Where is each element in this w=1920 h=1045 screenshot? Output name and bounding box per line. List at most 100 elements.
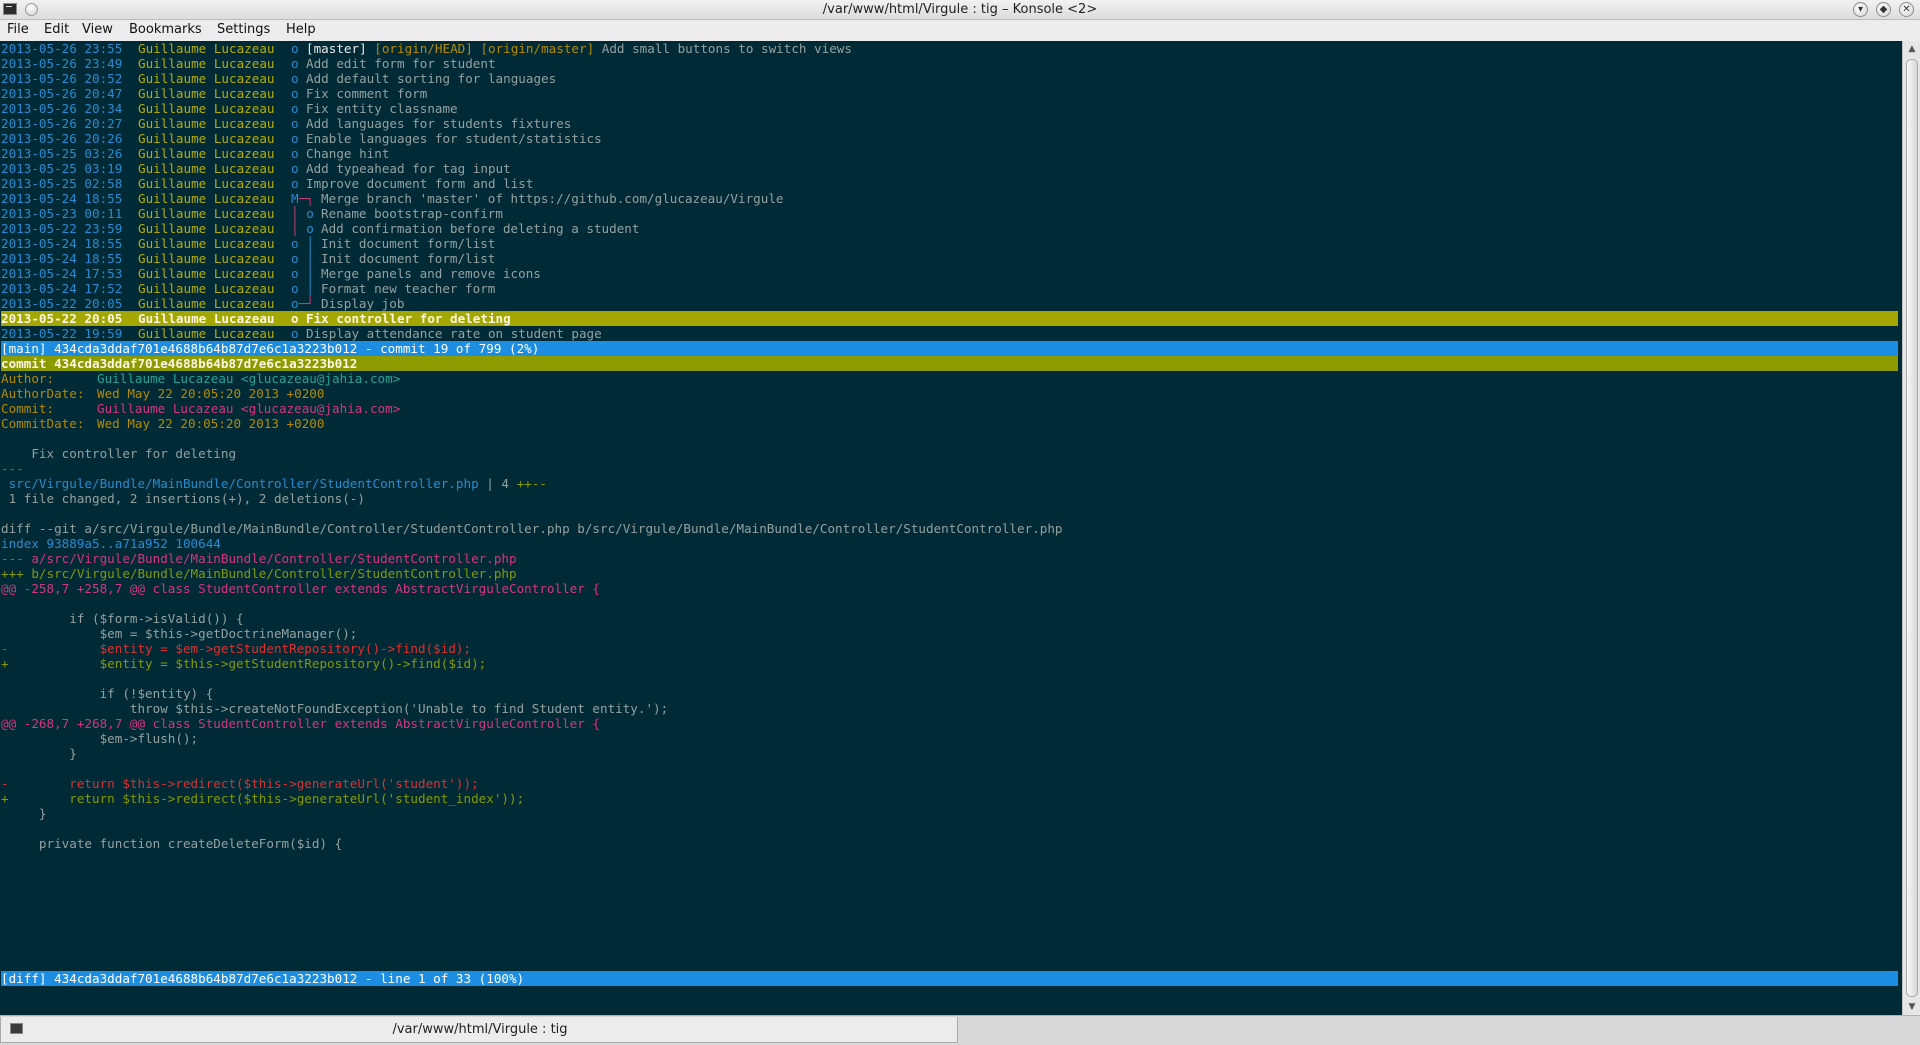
authordate-value: Wed May 22 20:05:20 2013 +0200 bbox=[97, 386, 325, 401]
session-tab[interactable]: /var/www/html/Virgule : tig bbox=[0, 1017, 958, 1043]
menu-edit[interactable]: Edit bbox=[44, 22, 69, 37]
log-author: Guillaume Lucazeau bbox=[138, 71, 275, 86]
log-message: Add small buttons to switch views bbox=[601, 41, 852, 56]
log-author: Guillaume Lucazeau bbox=[138, 311, 275, 326]
scroll-down-icon[interactable]: ▼ bbox=[1903, 999, 1920, 1015]
log-author: Guillaume Lucazeau bbox=[138, 86, 275, 101]
log-row[interactable]: 2013-05-22 23:59 Guillaume Lucazeau │ o Add… bbox=[1, 221, 1898, 236]
log-message-wrap: Merge panels and remove icons bbox=[321, 266, 541, 281]
log-date: 2013-05-25 03:19 bbox=[1, 161, 123, 176]
log-author: Guillaume Lucazeau bbox=[138, 101, 275, 116]
scroll-up-icon[interactable]: ▲ bbox=[1903, 41, 1920, 57]
close-icon[interactable]: ✕ bbox=[1899, 2, 1914, 17]
log-row-selected[interactable]: 2013-05-22 20:05 Guillaume Lucazeau o Fix c… bbox=[1, 311, 1898, 326]
diff-minus-file: --- a/src/Virgule/Bundle/MainBundle/Cont… bbox=[1, 551, 517, 566]
diff-authordate-line: AuthorDate: Wed May 22 20:05:20 2013 +020… bbox=[1, 386, 1898, 401]
diff-added-line: + return $this->redirect($this->generate… bbox=[1, 791, 525, 806]
menu-help[interactable]: Help bbox=[286, 22, 316, 37]
log-date: 2013-05-26 23:55 bbox=[1, 41, 123, 56]
window-titlebar[interactable]: /var/www/html/Virgule : tig – Konsole <2… bbox=[0, 0, 1920, 20]
log-message: Add typeahead for tag input bbox=[306, 161, 511, 176]
diffstat-line: src/Virgule/Bundle/MainBundle/Controller… bbox=[1, 476, 1898, 491]
log-row[interactable]: 2013-05-22 20:05 Guillaume Lucazeau o─┘ Dis… bbox=[1, 296, 1898, 311]
log-message-wrap: Rename bootstrap-confirm bbox=[321, 206, 503, 221]
terminal-view[interactable]: 2013-05-26 23:55 Guillaume Lucazeau o [mast… bbox=[0, 41, 1902, 1015]
log-date: 2013-05-26 20:52 bbox=[1, 71, 123, 86]
log-message: Add default sorting for languages bbox=[306, 71, 557, 86]
log-row[interactable]: 2013-05-25 03:19 Guillaume Lucazeau o Add t… bbox=[1, 161, 1898, 176]
log-row[interactable]: 2013-05-22 19:59 Guillaume Lucazeau o Displ… bbox=[1, 326, 1898, 341]
log-message-wrap: Add default sorting for languages bbox=[306, 71, 556, 86]
minimize-icon[interactable]: ▾ bbox=[1853, 2, 1868, 17]
log-date: 2013-05-26 20:27 bbox=[1, 116, 123, 131]
log-message-wrap: Change hint bbox=[306, 146, 389, 161]
log-message: Rename bootstrap-confirm bbox=[321, 206, 503, 221]
log-date: 2013-05-24 18:55 bbox=[1, 236, 123, 251]
log-message-wrap: Fix controller for deleting bbox=[306, 311, 511, 326]
diff-status-bar: [diff] 434cda3ddaf701e4688b64b87d7e6c1a3… bbox=[1, 971, 1898, 986]
log-row[interactable]: 2013-05-24 17:53 Guillaume Lucazeau o │ Mer… bbox=[1, 266, 1898, 281]
log-row[interactable]: 2013-05-26 23:49 Guillaume Lucazeau o Add e… bbox=[1, 56, 1898, 71]
log-message: Enable languages for student/statistics bbox=[306, 131, 602, 146]
window-title: /var/www/html/Virgule : tig – Konsole <2… bbox=[822, 2, 1098, 17]
diff-context-line: if ($form->isValid()) { bbox=[1, 611, 244, 626]
log-author: Guillaume Lucazeau bbox=[138, 281, 275, 296]
log-graph: o bbox=[291, 116, 299, 131]
diff-plus-file: +++ b/src/Virgule/Bundle/MainBundle/Cont… bbox=[1, 566, 517, 581]
log-message-wrap: Improve document form and list bbox=[306, 176, 533, 191]
log-message: Init document form/list bbox=[321, 236, 496, 251]
diff-hunk-header: @@ -268,7 +268,7 @@ class StudentControl… bbox=[1, 716, 600, 731]
diff-context-line: private function createDeleteForm($id) { bbox=[1, 836, 343, 851]
log-message: Change hint bbox=[306, 146, 390, 161]
log-message: Add edit form for student bbox=[306, 56, 496, 71]
diff-commitdate-line: CommitDate: Wed May 22 20:05:20 2013 +020… bbox=[1, 416, 1898, 431]
terminal-scrollbar[interactable]: ▲ ▼ bbox=[1902, 41, 1920, 1015]
log-graph: o │ bbox=[291, 281, 314, 296]
log-message-wrap: Init document form/list bbox=[321, 236, 495, 251]
log-message-wrap: [master] [origin/HEAD] [origin/master] A… bbox=[306, 41, 852, 56]
log-graph: M─┐ bbox=[291, 191, 314, 206]
log-row[interactable]: 2013-05-24 18:55 Guillaume Lucazeau o │ Ini… bbox=[1, 251, 1898, 266]
log-date: 2013-05-24 17:53 bbox=[1, 266, 123, 281]
log-row[interactable]: 2013-05-26 23:55 Guillaume Lucazeau o [mast… bbox=[1, 41, 1898, 56]
log-message: Display attendance rate on student page bbox=[306, 326, 602, 341]
log-ref-badge: [origin/HEAD] bbox=[374, 41, 473, 56]
log-graph: o bbox=[291, 101, 299, 116]
log-row[interactable]: 2013-05-26 20:34 Guillaume Lucazeau o Fix e… bbox=[1, 101, 1898, 116]
log-ref-badge: [origin/master] bbox=[480, 41, 595, 56]
log-row[interactable]: 2013-05-25 02:58 Guillaume Lucazeau o Impro… bbox=[1, 176, 1898, 191]
menu-settings[interactable]: Settings bbox=[217, 22, 270, 37]
log-graph: o bbox=[291, 71, 299, 86]
log-row[interactable]: 2013-05-26 20:52 Guillaume Lucazeau o Add d… bbox=[1, 71, 1898, 86]
author-label: Author: bbox=[1, 371, 55, 386]
log-row[interactable]: 2013-05-24 18:55 Guillaume Lucazeau M─┐ Mer… bbox=[1, 191, 1898, 206]
log-row[interactable]: 2013-05-26 20:47 Guillaume Lucazeau o Fix c… bbox=[1, 86, 1898, 101]
menu-view[interactable]: View bbox=[82, 22, 113, 37]
menu-bookmarks[interactable]: Bookmarks bbox=[129, 22, 202, 37]
log-author: Guillaume Lucazeau bbox=[138, 221, 275, 236]
log-message: Init document form/list bbox=[321, 251, 496, 266]
maximize-icon[interactable]: ◆ bbox=[1876, 2, 1891, 17]
log-author: Guillaume Lucazeau bbox=[138, 206, 275, 221]
commit-label: Commit: bbox=[1, 401, 55, 416]
log-row[interactable]: 2013-05-26 20:26 Guillaume Lucazeau o Enabl… bbox=[1, 131, 1898, 146]
commit-message: Fix controller for deleting bbox=[1, 446, 237, 461]
log-date: 2013-05-24 17:52 bbox=[1, 281, 123, 296]
log-row[interactable]: 2013-05-24 18:55 Guillaume Lucazeau o │ Ini… bbox=[1, 236, 1898, 251]
diff-committer-line: Commit: Guillaume Lucazeau <glucazeau@jah… bbox=[1, 401, 1898, 416]
log-message-wrap: Init document form/list bbox=[321, 251, 495, 266]
log-row[interactable]: 2013-05-23 00:11 Guillaume Lucazeau │ o Ren… bbox=[1, 206, 1898, 221]
log-row[interactable]: 2013-05-26 20:27 Guillaume Lucazeau o Add l… bbox=[1, 116, 1898, 131]
log-graph: │ o bbox=[291, 221, 314, 236]
commit-value: Guillaume Lucazeau <glucazeau@jahia.com> bbox=[97, 401, 401, 416]
log-author: Guillaume Lucazeau bbox=[138, 56, 275, 71]
scrollbar-thumb[interactable] bbox=[1906, 59, 1918, 997]
log-message-wrap: Display job bbox=[321, 296, 404, 311]
log-author: Guillaume Lucazeau bbox=[138, 191, 275, 206]
log-row[interactable]: 2013-05-24 17:52 Guillaume Lucazeau o │ For… bbox=[1, 281, 1898, 296]
menu-file[interactable]: File bbox=[7, 22, 29, 37]
log-date: 2013-05-25 03:26 bbox=[1, 146, 123, 161]
log-row[interactable]: 2013-05-25 03:26 Guillaume Lucazeau o Chang… bbox=[1, 146, 1898, 161]
log-message-wrap: Merge branch 'master' of https://github.… bbox=[321, 191, 784, 206]
log-author: Guillaume Lucazeau bbox=[138, 266, 275, 281]
